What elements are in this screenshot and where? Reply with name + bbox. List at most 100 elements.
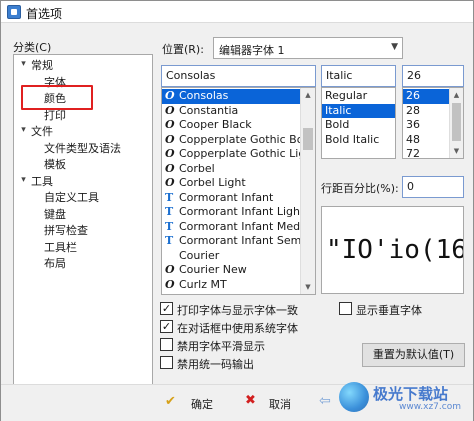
expand-toggle-icon[interactable]: ▾ [19, 175, 28, 185]
list-item[interactable]: O Courier New [162, 263, 300, 278]
list-item[interactable]: O Consolas [162, 89, 300, 104]
opentype-font-icon: O [165, 263, 175, 276]
tree-item[interactable]: 工具 [31, 173, 53, 189]
list-item-label: Cormorant Infant SemiBold [179, 234, 316, 247]
list-item[interactable]: Italic [322, 103, 395, 118]
list-item-label: Cormorant Infant [179, 190, 274, 204]
disable-smoothing-checkbox[interactable] [160, 338, 173, 351]
scroll-down-icon[interactable]: ▼ [450, 144, 463, 158]
ok-label: 确定 [191, 398, 213, 411]
list-item[interactable]: T Cormorant Infant [162, 191, 300, 206]
chevron-down-icon: ▼ [391, 42, 398, 52]
list-item-label: Corbel Light [179, 176, 246, 189]
opentype-font-icon: O [165, 103, 175, 117]
list-item-label: 28 [406, 103, 420, 117]
list-item[interactable]: 28 [403, 104, 449, 119]
list-item-label: Copperplate Gothic Bold [179, 132, 314, 146]
line-spacing-input[interactable]: 0 [402, 176, 464, 198]
watermark-logo-icon [339, 382, 369, 412]
location-label: 位置(R): [162, 43, 204, 56]
window-title: 首选项 [26, 7, 63, 21]
tree-item[interactable]: 模板 [44, 156, 66, 172]
title-bar: 首选项 [1, 1, 473, 23]
list-item[interactable]: Bold Italic [322, 133, 395, 148]
list-item-label: 26 [406, 89, 420, 102]
tree-item[interactable]: 常规 [31, 57, 53, 73]
line-spacing-label: 行距百分比(%): [321, 182, 399, 195]
list-item[interactable]: 26 [403, 89, 449, 104]
list-item[interactable]: O Cooper Black [162, 118, 300, 133]
opentype-font-icon: O [165, 118, 175, 131]
font-size-input[interactable]: 26 [402, 65, 464, 87]
disable-unicode-output-checkbox[interactable] [160, 356, 173, 369]
list-item-label: 48 [406, 132, 420, 146]
expand-toggle-icon[interactable]: ▾ [19, 126, 28, 135]
list-item[interactable]: O Curlz MT [162, 278, 300, 293]
list-item[interactable]: T Cormorant Infant Medium [162, 219, 315, 235]
opentype-font-icon: O [165, 161, 175, 175]
list-item[interactable]: O Constantia [162, 104, 300, 119]
font-name-list[interactable]: O Consolas O Constantia O Cooper Black O Copper… [161, 87, 316, 295]
scroll-thumb[interactable] [452, 103, 461, 141]
ok-button[interactable]: ✔ 确定 [161, 391, 231, 413]
size-list-scrollbar[interactable]: ▲ ▼ [449, 88, 463, 158]
disable-smoothing-label: 禁用字体平滑显示 [177, 340, 265, 353]
tree-item[interactable]: 工具栏 [44, 239, 77, 255]
expand-toggle-icon[interactable]: ▾ [19, 60, 28, 69]
list-item[interactable]: Regular [322, 89, 395, 104]
list-item[interactable]: T Cormorant Infant Light [162, 205, 304, 220]
list-item[interactable]: Bold [322, 118, 395, 133]
watermark-url: www.xz7.com [399, 402, 461, 412]
opentype-font-icon: O [165, 277, 175, 291]
list-item[interactable]: Courier [162, 249, 300, 264]
tree-item[interactable]: 文件类型及语法 [44, 140, 121, 156]
list-item[interactable]: O Copperplate Gothic Bold [162, 132, 313, 148]
print-same-label: 打印字体与显示字体一致 [177, 304, 298, 317]
list-item-label: Regular [325, 89, 368, 102]
font-name-input[interactable]: Consolas [161, 65, 316, 87]
scroll-up-icon[interactable]: ▲ [301, 88, 315, 102]
opentype-font-icon: O [165, 89, 175, 102]
list-item-label: Cormorant Infant Light [179, 205, 305, 218]
tree-item[interactable]: 文件 [31, 123, 53, 139]
font-size-list[interactable]: 26 28 36 48 72 ▲ ▼ [402, 87, 464, 159]
preferences-dialog: 首选项 分类(C) ▾ 常规 字体 颜色 打印 ▾ 文件 文件类型及语法 模板 ▾ 工具 自定义工具键… [0, 0, 474, 421]
list-item-label: Consolas [179, 89, 229, 102]
apply-arrow-icon[interactable]: ⇦ [319, 393, 331, 409]
watermark: 极光下载站 www.xz7.com [339, 378, 471, 418]
list-item[interactable]: 48 [403, 133, 449, 148]
app-icon [7, 5, 21, 19]
font-list-scrollbar[interactable]: ▲ ▼ [300, 88, 315, 294]
opentype-font-icon: O [165, 147, 175, 160]
list-item[interactable]: O Corbel [162, 162, 300, 177]
scroll-up-icon[interactable]: ▲ [450, 88, 463, 102]
tree-item[interactable]: 自定义工具 [44, 189, 99, 205]
vertical-font-label: 显示垂直字体 [356, 304, 422, 317]
truetype-font-icon: T [165, 219, 174, 233]
system-font-checkbox[interactable]: ✓ [160, 320, 173, 333]
close-icon: ✖ [245, 393, 256, 408]
font-preview: "IO'io(16 [321, 206, 464, 294]
tree-item[interactable]: 键盘 [44, 206, 66, 222]
list-item[interactable]: 72 [403, 147, 449, 159]
truetype-font-icon: T [165, 190, 174, 204]
opentype-font-icon: O [165, 132, 175, 146]
vertical-font-checkbox[interactable] [339, 302, 352, 315]
list-item[interactable]: O Copperplate Gothic Light [162, 147, 315, 162]
cancel-label: 取消 [269, 398, 291, 411]
category-label: 分类(C) [13, 41, 52, 54]
list-item[interactable]: T Cormorant Infant SemiBold [162, 234, 315, 249]
scroll-down-icon[interactable]: ▼ [301, 280, 315, 294]
cancel-button[interactable]: ✖ 取消 [241, 391, 311, 413]
location-dropdown[interactable]: 编辑器字体 1 ▼ [213, 37, 403, 59]
tree-item[interactable]: 布局 [44, 255, 66, 271]
tree-item[interactable]: 拼写检查 [44, 222, 88, 238]
print-same-checkbox[interactable]: ✓ [160, 302, 173, 315]
font-style-input[interactable]: Italic [321, 65, 396, 87]
list-item[interactable]: 36 [403, 118, 449, 133]
list-item-label: 72 [406, 147, 420, 159]
list-item[interactable]: O Corbel Light [162, 176, 300, 191]
font-style-list[interactable]: Regular Italic Bold Bold Italic [321, 87, 396, 159]
reset-default-button[interactable]: 重置为默认值(T) [362, 343, 465, 367]
scroll-thumb[interactable] [303, 128, 313, 150]
